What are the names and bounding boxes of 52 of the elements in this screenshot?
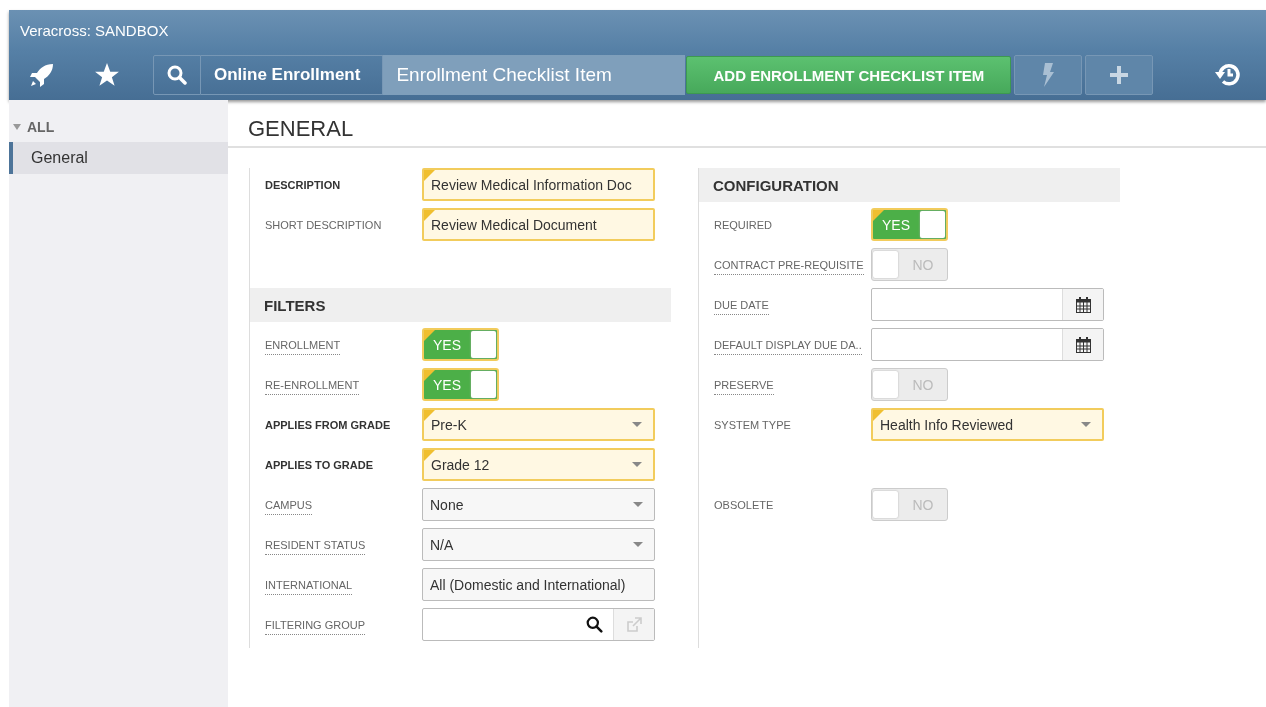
caret-icon: [633, 542, 643, 547]
field-label: SYSTEM TYPE: [714, 419, 791, 433]
add-button[interactable]: [1085, 55, 1154, 95]
dropdown[interactable]: Grade 12: [422, 448, 655, 481]
caret-icon: [13, 124, 21, 130]
field-label: INTERNATIONAL: [265, 579, 353, 595]
sidebar-item[interactable]: General: [9, 142, 228, 174]
search-button[interactable]: [153, 55, 201, 95]
calendar-icon[interactable]: [1075, 296, 1091, 313]
breadcrumb-link[interactable]: Online Enrollment: [201, 55, 384, 95]
field-label: PRESERVE: [714, 379, 774, 395]
field-label: REQUIRED: [714, 219, 773, 233]
field-label: APPLIES TO GRADE: [265, 459, 373, 473]
group-header: FILTERS: [250, 288, 671, 322]
caret-icon: [633, 502, 643, 507]
group-header: CONFIGURATION: [699, 168, 1120, 202]
field-label: OBSOLETE: [714, 499, 774, 513]
search-icon[interactable]: [586, 616, 603, 633]
star-icon[interactable]: [93, 62, 121, 88]
dropdown[interactable]: N/A: [422, 528, 655, 561]
date-field[interactable]: [871, 288, 1104, 321]
field-label: APPLIES FROM GRADE: [265, 419, 391, 433]
caret-icon: [632, 422, 642, 427]
rocket-icon[interactable]: [29, 63, 55, 87]
field-label: CAMPUS: [265, 499, 313, 515]
field-label: DESCRIPTION: [265, 179, 341, 193]
plus-icon: [1110, 66, 1129, 84]
text-field[interactable]: Review Medical Document: [422, 208, 655, 241]
section-title: GENERAL: [228, 112, 1266, 148]
field-label: RESIDENT STATUS: [265, 539, 366, 555]
field-label: FILTERING GROUP: [265, 619, 366, 635]
calendar-icon[interactable]: [1075, 336, 1091, 353]
dropdown[interactable]: Health Info Reviewed: [871, 408, 1104, 441]
sidebar-group[interactable]: ALL: [9, 112, 228, 142]
lightning-icon: [1041, 63, 1056, 87]
text-field[interactable]: All (Domestic and International): [422, 568, 655, 601]
lookup-field[interactable]: [422, 608, 655, 641]
breadcrumb-current: Enrollment Checklist Item: [383, 55, 686, 95]
caret-icon: [1081, 422, 1091, 427]
field-label: DEFAULT DISPLAY DUE DA..: [714, 339, 862, 355]
search-icon: [167, 65, 187, 85]
field-label: SHORT DESCRIPTION: [265, 219, 382, 233]
app-title: Veracross: SANDBOX: [20, 21, 169, 39]
date-field[interactable]: [871, 328, 1104, 361]
field-label: CONTRACT PRE-REQUISITE: [714, 259, 864, 275]
field-label: ENROLLMENT: [265, 339, 341, 355]
caret-icon: [632, 462, 642, 467]
dropdown[interactable]: Pre-K: [422, 408, 655, 441]
text-field[interactable]: Review Medical Information Doc: [422, 168, 655, 201]
field-label: DUE DATE: [714, 299, 769, 315]
field-label: RE-ENROLLMENT: [265, 379, 360, 395]
dropdown[interactable]: None: [422, 488, 655, 521]
